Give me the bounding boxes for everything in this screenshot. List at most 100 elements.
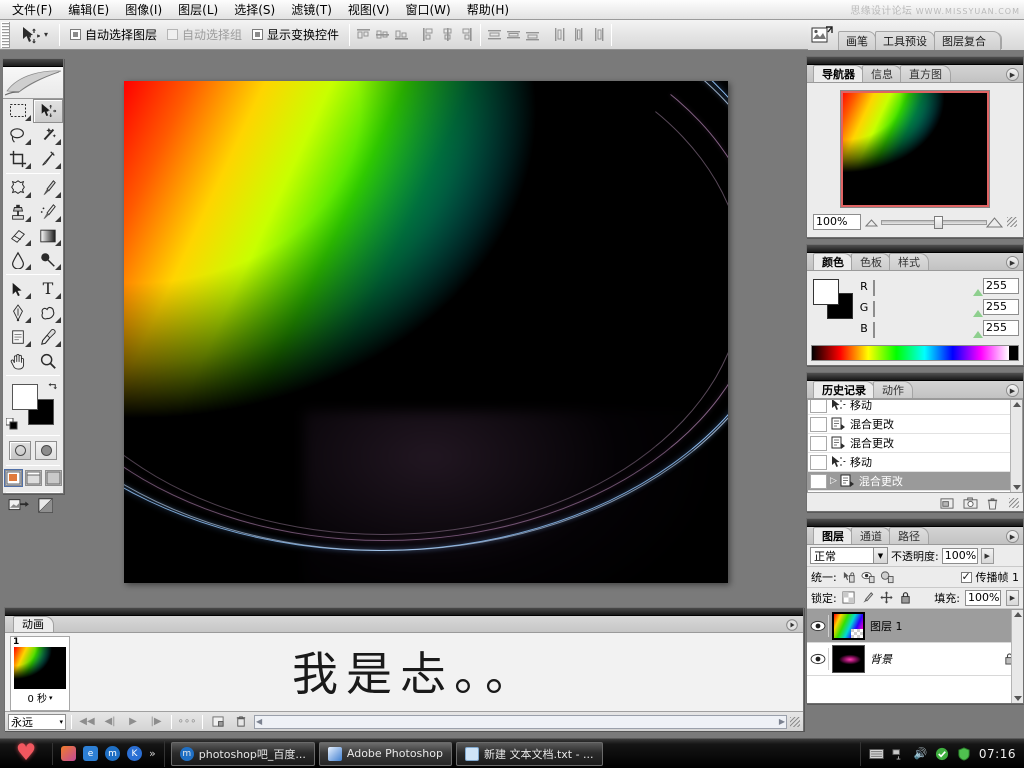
animation-panel-title-grip[interactable] — [5, 608, 803, 616]
network-icon[interactable] — [891, 746, 906, 761]
select-previous-frame-button[interactable]: ◀| — [100, 714, 120, 730]
tab-histogram[interactable]: 直方图 — [900, 65, 951, 82]
taskbar-item-photoshop[interactable]: Adobe Photoshop — [318, 741, 452, 766]
navigator-thumbnail[interactable] — [840, 90, 990, 208]
show-desktop-icon[interactable] — [61, 746, 76, 761]
layers-list[interactable]: 图层 1 背景 — [807, 609, 1023, 703]
play-animation-button[interactable]: ▶ — [123, 714, 143, 730]
standard-mode-button[interactable] — [9, 441, 31, 460]
tab-history[interactable]: 历史记录 — [813, 381, 875, 398]
layers-panel-grip[interactable] — [807, 519, 1023, 527]
lasso-tool[interactable] — [3, 123, 33, 147]
marquee-tool[interactable] — [3, 99, 33, 123]
brush-tool[interactable] — [33, 176, 63, 200]
eyedropper-tool[interactable] — [33, 325, 63, 349]
align-right-edges-icon[interactable] — [458, 26, 475, 43]
propagate-frame-checkbox[interactable]: 传播帧 1 — [960, 569, 1019, 585]
distribute-right-edges-icon[interactable] — [589, 26, 606, 43]
taskbar-item-notepad[interactable]: 新建 文本文档.txt - ... — [455, 741, 603, 766]
opacity-input[interactable]: 100% — [941, 547, 978, 564]
lock-all-icon[interactable] — [899, 591, 913, 605]
history-vertical-scrollbar[interactable] — [1010, 400, 1022, 492]
standard-screen-mode-button[interactable] — [3, 469, 23, 487]
history-list[interactable]: 移动 混合更改 混合更改 移动 ▷ 混合更改 — [807, 399, 1023, 493]
channel-value-b[interactable]: 255 — [983, 320, 1019, 336]
layer-name[interactable]: 背景 — [870, 651, 892, 667]
layers-vertical-scrollbar[interactable] — [1011, 610, 1023, 703]
history-snapshot-checkbox[interactable] — [810, 454, 827, 470]
scroll-up-arrow-icon[interactable] — [1013, 612, 1022, 617]
palette-tab-tool-presets[interactable]: 工具预设 — [875, 31, 935, 50]
delete-frame-button[interactable] — [231, 714, 251, 730]
distribute-top-edges-icon[interactable] — [486, 26, 503, 43]
tab-animation[interactable]: 动画 — [13, 616, 54, 632]
history-panel-menu-icon[interactable]: ▶ — [1006, 384, 1019, 397]
navigator-resize-grip[interactable] — [1007, 217, 1017, 227]
navigator-panel-menu-icon[interactable]: ▶ — [1006, 68, 1019, 81]
dodge-tool[interactable] — [33, 248, 63, 272]
duplicate-frame-button[interactable] — [208, 714, 228, 730]
default-colors-icon[interactable] — [6, 418, 18, 430]
auto-select-layer-checkbox[interactable]: 自动选择图层 — [65, 26, 162, 43]
align-top-edges-icon[interactable] — [355, 26, 372, 43]
animation-horizontal-scrollbar[interactable]: ◀ ▶ — [254, 714, 787, 729]
loop-option-select[interactable]: 永远 ▾ — [8, 713, 66, 730]
move-tool[interactable] — [33, 99, 63, 123]
ie-icon[interactable]: e — [83, 746, 98, 761]
menu-item-file[interactable]: 文件(F) — [4, 1, 60, 19]
slice-tool[interactable] — [33, 147, 63, 171]
tab-actions[interactable]: 动作 — [873, 381, 913, 398]
menu-item-edit[interactable]: 编辑(E) — [60, 1, 117, 19]
jump-to-imageready-icon[interactable] — [8, 497, 30, 515]
menu-item-help[interactable]: 帮助(H) — [459, 1, 517, 19]
healing-brush-tool[interactable] — [3, 176, 33, 200]
history-snapshot-checkbox[interactable] — [810, 416, 827, 432]
show-transform-controls-checkbox[interactable]: 显示变换控件 — [247, 26, 344, 43]
create-snapshot-icon[interactable] — [963, 496, 978, 510]
tool-preset-dropdown-arrow[interactable]: ▾ — [44, 30, 48, 39]
history-snapshot-checkbox[interactable] — [810, 400, 827, 413]
maxthon-icon[interactable]: m — [105, 746, 120, 761]
history-snapshot-checkbox[interactable] — [810, 473, 827, 489]
layer-row[interactable]: 图层 1 — [807, 610, 1023, 643]
distribute-bottom-edges-icon[interactable] — [524, 26, 541, 43]
history-resize-grip[interactable] — [1009, 498, 1019, 508]
align-bottom-edges-icon[interactable] — [393, 26, 410, 43]
tab-styles[interactable]: 样式 — [889, 253, 929, 270]
kingsoft-icon[interactable]: K — [127, 746, 142, 761]
layer-visibility-toggle[interactable] — [807, 615, 829, 637]
animation-panel-menu-icon[interactable] — [786, 619, 798, 631]
align-vertical-centers-icon[interactable] — [374, 26, 391, 43]
menu-item-view[interactable]: 视图(V) — [340, 1, 398, 19]
notes-tool[interactable] — [3, 325, 33, 349]
fill-input[interactable]: 100% — [965, 590, 1001, 606]
scroll-up-arrow-icon[interactable] — [1012, 402, 1021, 407]
blur-tool[interactable] — [3, 248, 33, 272]
navigator-view-box[interactable] — [841, 91, 989, 207]
zoom-in-icon[interactable] — [986, 216, 1003, 228]
tween-frames-button[interactable]: ∘∘∘ — [177, 714, 197, 730]
unify-position-icon[interactable] — [842, 570, 856, 584]
foreground-color-swatch[interactable] — [12, 384, 38, 410]
foreground-color-chip[interactable] — [813, 279, 839, 305]
chevron-down-icon[interactable]: ▾ — [49, 694, 53, 702]
volume-icon[interactable]: 🔊 — [913, 746, 928, 761]
history-item[interactable]: 混合更改 — [808, 434, 1022, 453]
delete-state-icon[interactable] — [986, 497, 1000, 510]
tab-paths[interactable]: 路径 — [889, 527, 929, 544]
layers-panel-menu-icon[interactable]: ▶ — [1006, 530, 1019, 543]
select-next-frame-button[interactable]: |▶ — [146, 714, 166, 730]
type-tool[interactable]: T — [33, 277, 63, 301]
zoom-slider-thumb[interactable] — [934, 216, 943, 229]
history-item[interactable]: 移动 — [808, 400, 1022, 415]
clone-stamp-tool[interactable] — [3, 200, 33, 224]
full-screen-menubar-mode-button[interactable] — [24, 470, 42, 486]
menu-item-window[interactable]: 窗口(W) — [397, 1, 458, 19]
tab-swatches[interactable]: 色板 — [851, 253, 891, 270]
blend-mode-select[interactable]: 正常 ▼ — [810, 547, 888, 564]
channel-slider-b[interactable] — [873, 321, 983, 338]
color-spectrum-ramp[interactable] — [811, 345, 1019, 361]
navigator-panel-grip[interactable] — [807, 57, 1023, 65]
lock-transparent-pixels-icon[interactable] — [842, 591, 856, 605]
hand-tool[interactable] — [3, 349, 33, 373]
